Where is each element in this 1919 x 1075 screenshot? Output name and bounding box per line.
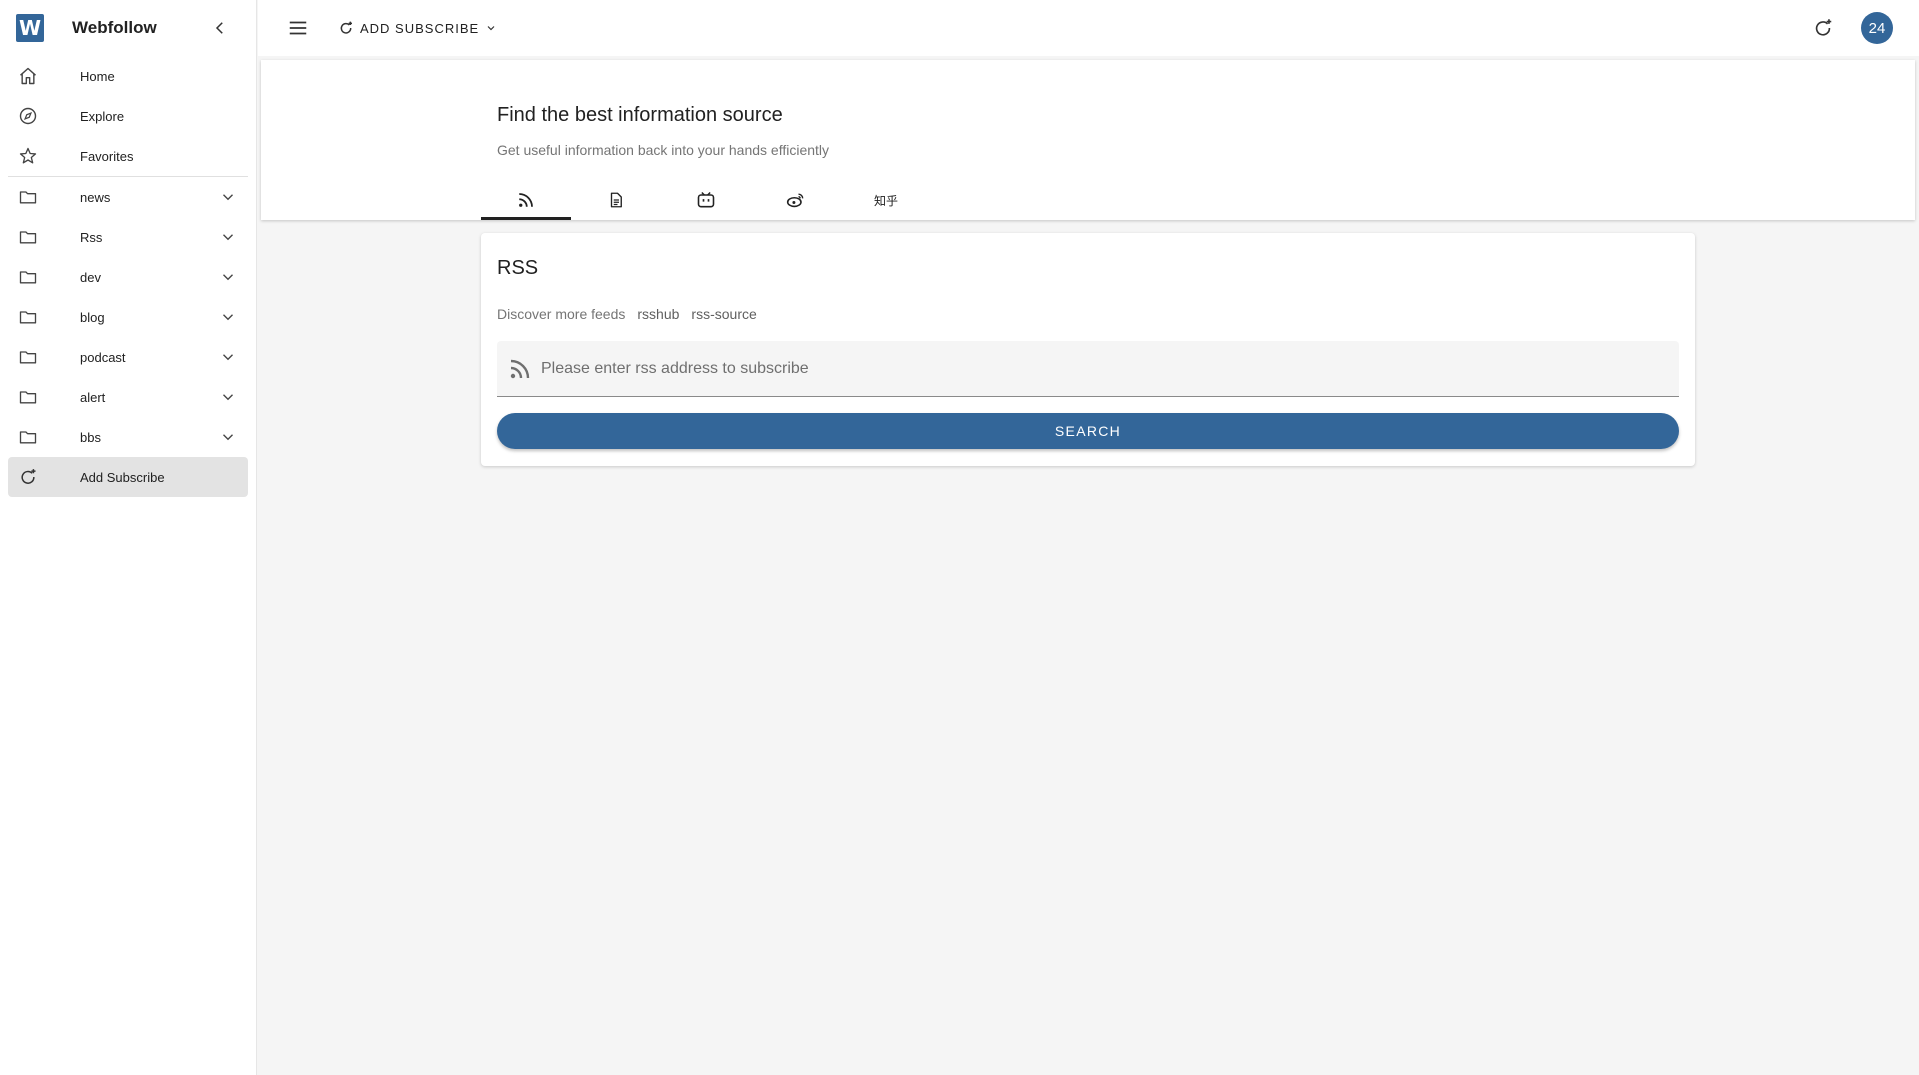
page-subtitle: Get useful information back into your ha… xyxy=(497,142,830,158)
chevron-down-icon[interactable] xyxy=(216,385,240,409)
chevron-down-icon[interactable] xyxy=(216,345,240,369)
avatar[interactable]: 24 xyxy=(1861,12,1893,44)
card-title: RSS xyxy=(497,257,539,279)
chevron-left-icon xyxy=(215,22,223,34)
rss-icon xyxy=(519,193,533,207)
rss-subscribe-card: RSS Discover more feeds rsshub rss-sourc… xyxy=(481,233,1695,466)
sidebar-item-label: bbs xyxy=(80,429,101,445)
add-subscribe-label: ADD SUBSCRIBE xyxy=(360,20,480,36)
tab-zhihu-label: 知乎 xyxy=(873,193,898,208)
sidebar-item-label: news xyxy=(80,189,111,205)
add-subscribe-icon-button[interactable] xyxy=(1803,8,1843,48)
folder-icon xyxy=(16,425,40,449)
rss-address-input[interactable] xyxy=(539,358,1639,379)
sidebar-folder-alert[interactable]: alert xyxy=(8,377,248,417)
hamburger-icon xyxy=(289,21,307,35)
star-icon xyxy=(16,144,40,168)
discover-feeds-row: Discover more feeds rsshub rss-source xyxy=(497,306,757,322)
discover-label: Discover more feeds xyxy=(497,306,626,322)
refresh-plus-icon xyxy=(340,21,352,34)
sidebar-item-label: Home xyxy=(80,68,115,84)
discover-header: Find the best information source Get use… xyxy=(261,60,1915,220)
sidebar-folder-news[interactable]: news xyxy=(8,177,248,217)
brand-name[interactable]: Webfollow xyxy=(72,18,157,38)
sidebar-item-label: dev xyxy=(80,269,101,285)
chevron-down-icon[interactable] xyxy=(216,225,240,249)
sidebar-item-label: podcast xyxy=(80,349,126,365)
tab-bilibili[interactable] xyxy=(661,180,751,220)
sidebar-item-explore[interactable]: Explore xyxy=(8,96,248,136)
compass-icon xyxy=(16,104,40,128)
chevron-down-icon[interactable] xyxy=(216,185,240,209)
chevron-down-icon[interactable] xyxy=(216,305,240,329)
sidebar-item-label: blog xyxy=(80,309,105,325)
brand: W Webfollow xyxy=(0,0,256,56)
weibo-icon xyxy=(786,193,804,208)
page-title: Find the best information source xyxy=(497,104,783,126)
sidebar-item-label: Add Subscribe xyxy=(80,469,165,485)
tab-document[interactable] xyxy=(571,180,661,220)
brand-logo[interactable]: W xyxy=(16,14,44,42)
folder-icon xyxy=(16,345,40,369)
add-subscribe-dropdown-button[interactable]: ADD SUBSCRIBE xyxy=(330,10,505,46)
source-tabs: 知乎 xyxy=(481,180,931,220)
menu-button[interactable] xyxy=(278,8,318,48)
sidebar-item-label: Explore xyxy=(80,108,125,124)
sidebar-item-label: Rss xyxy=(80,229,103,245)
sidebar-item-home[interactable]: Home xyxy=(8,56,248,96)
chevron-down-icon xyxy=(487,26,495,31)
tab-zhihu[interactable]: 知乎 xyxy=(841,180,931,220)
rss-icon xyxy=(505,354,535,384)
folder-icon xyxy=(16,385,40,409)
document-icon xyxy=(610,192,622,208)
rsshub-link[interactable]: rsshub xyxy=(637,306,679,322)
home-icon xyxy=(16,64,40,88)
folder-icon xyxy=(16,225,40,249)
sidebar-item-favorites[interactable]: Favorites xyxy=(8,136,248,176)
refresh-plus-icon xyxy=(1815,19,1832,36)
sidebar-folder-blog[interactable]: blog xyxy=(8,297,248,337)
collapse-sidebar-button[interactable] xyxy=(206,14,234,42)
refresh-plus-icon xyxy=(16,465,40,489)
sidebar-folder-dev[interactable]: dev xyxy=(8,257,248,297)
tab-rss[interactable] xyxy=(481,180,571,220)
sidebar-folder-podcast[interactable]: podcast xyxy=(8,337,248,377)
sidebar-folder-nav: news Rss dev blog podcast alert bbs Add … xyxy=(0,177,256,497)
sidebar-folder-rss[interactable]: Rss xyxy=(8,217,248,257)
top-app-bar: ADD SUBSCRIBE 24 xyxy=(258,0,1919,56)
rss-address-field[interactable] xyxy=(497,341,1679,397)
sidebar-item-label: alert xyxy=(80,389,106,405)
folder-icon xyxy=(16,265,40,289)
chevron-down-icon[interactable] xyxy=(216,425,240,449)
chevron-down-icon[interactable] xyxy=(216,265,240,289)
tab-weibo[interactable] xyxy=(751,180,841,220)
sidebar-folder-bbs[interactable]: bbs xyxy=(8,417,248,457)
rss-source-link[interactable]: rss-source xyxy=(691,306,756,322)
sidebar: W Webfollow Home Explore Favorites news … xyxy=(0,0,257,1075)
search-button[interactable]: SEARCH xyxy=(497,413,1679,449)
top-right-actions: 24 xyxy=(1803,8,1893,48)
folder-icon xyxy=(16,185,40,209)
sidebar-main-nav: Home Explore Favorites xyxy=(0,56,256,176)
bilibili-icon xyxy=(697,191,715,208)
sidebar-item-label: Favorites xyxy=(80,148,134,164)
folder-icon xyxy=(16,305,40,329)
sidebar-item-add-subscribe[interactable]: Add Subscribe xyxy=(8,457,248,497)
